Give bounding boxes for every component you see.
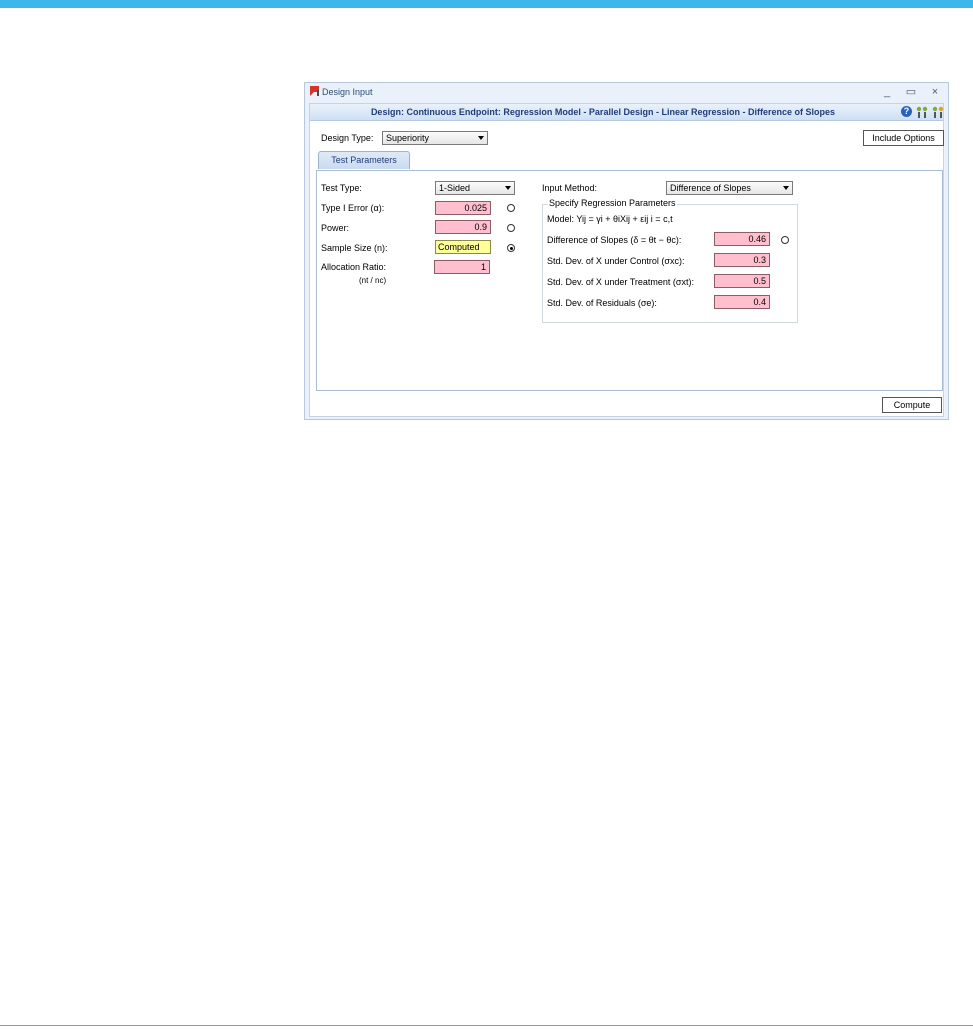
chevron-down-icon [505,186,511,190]
maximize-button[interactable]: ▭ [900,84,922,100]
design-type-value: Superiority [386,133,430,143]
diff-slopes-radio[interactable] [781,236,789,244]
minimize-button[interactable]: _ [876,84,898,100]
include-options-button[interactable]: Include Options [863,130,944,146]
regression-parameters-group: Specify Regression Parameters Model: Yij… [542,198,798,323]
top-accent-bar [0,0,973,8]
sample-size-input[interactable]: Computed [435,240,491,254]
sample-size-label: Sample Size (n): [321,243,388,253]
close-button[interactable]: × [924,84,946,100]
diff-slopes-label: Difference of Slopes (δ = θt − θc): [547,235,682,245]
design-header: Design: Continuous Endpoint: Regression … [310,104,944,121]
sample-size-radio[interactable] [507,244,515,252]
test-type-value: 1-Sided [439,183,471,193]
allocation-ratio-input[interactable]: 1 [434,260,490,274]
design-title: Design: Continuous Endpoint: Regression … [370,107,835,117]
model-equation: Model: Yij = γi + θiXij + εij i = c,t [547,214,673,224]
bottom-accent-line [0,1025,973,1026]
input-method-label: Input Method: [542,183,598,193]
tab-test-parameters[interactable]: Test Parameters [318,151,410,169]
allocation-ratio-label: Allocation Ratio: [321,262,387,272]
test-parameters-panel: Test Type: 1-Sided Type I Error (α): 0.0… [316,170,943,391]
compute-button[interactable]: Compute [882,397,942,413]
allocation-ratio-sublabel: (nt / nc) [359,276,387,285]
chevron-down-icon [478,136,484,140]
sd-x-treatment-input[interactable]: 0.5 [714,274,770,288]
input-method-select[interactable]: Difference of Slopes [666,181,793,195]
chevron-down-icon [783,186,789,190]
input-method-value: Difference of Slopes [670,183,751,193]
options-icon[interactable] [932,105,944,119]
sd-x-control-input[interactable]: 0.3 [714,253,770,267]
power-input[interactable]: 0.9 [435,220,491,234]
type1-error-radio[interactable] [507,204,515,212]
test-type-select[interactable]: 1-Sided [435,181,515,195]
settings-icon[interactable] [916,105,928,119]
power-label: Power: [321,223,350,233]
group-title: Specify Regression Parameters [548,198,677,208]
type1-error-label: Type I Error (α): [321,203,385,213]
power-radio[interactable] [507,224,515,232]
type1-error-input[interactable]: 0.025 [435,201,491,215]
design-input-window: Design Input _ ▭ × Design: Continuous En… [304,82,949,420]
window-content: Design: Continuous Endpoint: Regression … [309,103,944,417]
app-icon [310,86,319,96]
help-icon[interactable]: ? [901,106,912,117]
sd-residuals-input[interactable]: 0.4 [714,295,770,309]
sd-x-control-label: Std. Dev. of X under Control (σxc): [547,256,685,266]
test-type-label: Test Type: [321,183,362,193]
sd-x-treatment-label: Std. Dev. of X under Treatment (σxt): [547,277,694,287]
sd-residuals-label: Std. Dev. of Residuals (σe): [547,298,657,308]
diff-slopes-input[interactable]: 0.46 [714,232,770,246]
design-type-label: Design Type: [321,133,374,143]
design-type-select[interactable]: Superiority [382,131,488,145]
window-title: Design Input [322,87,373,97]
window-titlebar: Design Input _ ▭ × [305,83,948,103]
